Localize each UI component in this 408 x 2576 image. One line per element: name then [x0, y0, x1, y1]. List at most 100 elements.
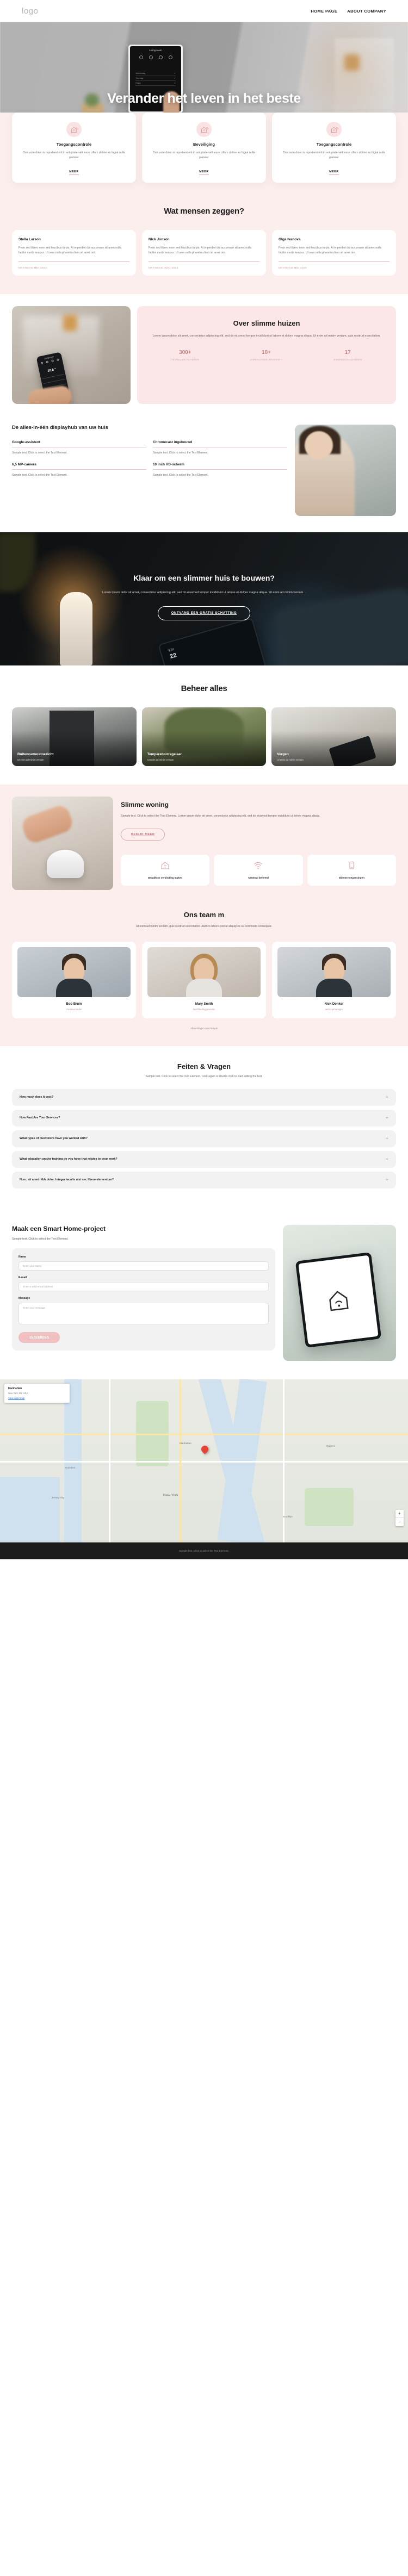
settings-icon [57, 358, 59, 362]
cta-estimate-button[interactable]: ONTVANG EEN GRATIS SCHATTING [157, 606, 251, 621]
feature-card[interactable]: Toegangscontrole Duis aute dolor in repre… [272, 113, 396, 183]
plus-icon[interactable]: + [386, 1094, 388, 1100]
map-label: New York [163, 1493, 178, 1497]
feature-card[interactable]: Beveiliging Duis aute dolor in reprehende… [142, 113, 266, 183]
feature-card-more-link[interactable]: MEER [69, 170, 79, 176]
hero-title: Verander het leven in het beste [107, 91, 301, 106]
panel-icon-row [139, 55, 172, 59]
testimonial-author: Nick Jonson [149, 238, 170, 242]
team-member-name: Nick Donker [324, 1002, 344, 1006]
feature-card-title: Beveiliging [193, 142, 215, 147]
map-highway [0, 1433, 408, 1435]
map-zoom-in-button[interactable]: + [395, 1510, 404, 1518]
feature-card-text: Duis aute dolor in reprehenderit in volu… [152, 151, 255, 159]
testimonial-card: Stella Larson Proin sed libero enim sed f… [12, 230, 136, 276]
map-label: Jersey City [52, 1496, 64, 1499]
panel-room-label: Living room [149, 49, 162, 52]
hub-feature: Chromecast ingebouwd Sample text. Click t… [153, 440, 287, 455]
team-member-card: Bob Bruin creatieve leider [12, 941, 136, 1018]
plus-icon[interactable]: + [386, 1115, 388, 1121]
faq-item[interactable]: What education and/or training do you ha… [12, 1150, 396, 1168]
smart-feature[interactable]: Slimme toepassingen [307, 854, 396, 886]
site-footer: Sample text. Click to select the Text El… [0, 1542, 408, 1559]
team-member-role: creatieve leider [66, 1007, 82, 1011]
stat-label: TEVREDEN KLANTEN [171, 358, 200, 362]
smart-home-section: Slimme woning Sample text. Click to sele… [0, 785, 408, 907]
stat-number: 17 [344, 350, 351, 356]
faq-item[interactable]: How Fast Are Your Services? + [12, 1109, 396, 1127]
feature-card[interactable]: Toegangscontrole Duis aute dolor in repre… [12, 113, 136, 183]
map-zoom-controls[interactable]: + − [395, 1509, 404, 1526]
team-section: Ons team m Ut enim ad minim veniam, quis… [0, 906, 408, 1046]
testimonial-date: MAANDAG JUNI 2024 [149, 266, 178, 270]
thermometer-icon [139, 55, 143, 59]
smart-home-wifi-icon [329, 1290, 349, 1311]
team-member-photo [277, 947, 391, 997]
smart-feature-label: Centraal beheerd [248, 876, 269, 879]
message-textarea[interactable]: Enter your message [18, 1302, 269, 1324]
hub-feature-title: Google-assistent [12, 440, 40, 445]
landing-page: logo HOME PAGE ABOUT COMPANY Living room… [0, 0, 408, 1559]
manage-card[interactable]: Buitencameratoezicht Ut enim ad minim ven… [12, 707, 137, 767]
faq-heading: Feiten & Vragen [177, 1062, 231, 1071]
main-navigation: HOME PAGE ABOUT COMPANY [311, 9, 386, 14]
smart-heading: Slimme woning [121, 801, 169, 809]
hub-feature: 6,5 MP-camera Sample text. Click to selec… [12, 463, 146, 477]
hub-feature-desc: Sample text. Click to select the Text El… [153, 474, 208, 477]
manage-card-title: Vergen [277, 752, 289, 757]
testimonial-author: Stella Larson [18, 238, 41, 242]
map-info-panel[interactable]: Manhattan New York, NY, USA View larger … [4, 1383, 70, 1403]
manage-card[interactable]: Temperatuurregelaar Ut enim ad minim veni… [141, 707, 267, 767]
site-logo[interactable]: logo [22, 7, 38, 16]
map-larger-link[interactable]: View larger map [8, 1397, 66, 1399]
manage-card-title: Temperatuurregelaar [147, 752, 182, 757]
smart-speaker-photo [12, 797, 113, 891]
contact-form: Name Enter your Name E-mail Enter a vali… [12, 1248, 275, 1351]
name-label: Name [18, 1255, 26, 1259]
faq-subtitle: Sample text. Click to select the Text El… [145, 1074, 263, 1078]
location-map[interactable]: New York Hoboken Jersey City Brooklyn Queens… [0, 1379, 408, 1542]
feature-card-more-link[interactable]: MEER [329, 170, 339, 176]
map-road [0, 1460, 408, 1463]
stat-label: JARENLANGE ERVARING [250, 358, 283, 362]
cta-description: Lorem ipsum dolor sit amet, consectetur … [102, 591, 306, 595]
manage-card-desc: Ut enim ad minim veniam [17, 758, 44, 762]
smart-feature[interactable]: Draadloos verbinding maken [121, 854, 210, 886]
submit-button[interactable]: VERZENDEN [18, 1331, 60, 1343]
plus-icon[interactable]: + [386, 1156, 388, 1162]
panel-schedule-row: Friday ✓ [135, 81, 176, 86]
contact-heading: Maak een Smart Home-project [12, 1224, 106, 1233]
plus-icon[interactable]: + [386, 1177, 388, 1183]
feature-card-more-link[interactable]: MEER [199, 170, 209, 176]
name-input[interactable]: Enter your Name [18, 1261, 269, 1271]
faq-item[interactable]: How much does it cost? + [12, 1088, 396, 1106]
email-input[interactable]: Enter a valid email address [18, 1281, 269, 1291]
smart-feature[interactable]: Centraal beheerd [214, 854, 303, 886]
team-member-photo [17, 947, 131, 997]
map-label: Brooklyn [283, 1515, 293, 1518]
hub-feature-desc: Sample text. Click to select the Text El… [12, 474, 67, 477]
plus-icon[interactable]: + [386, 1136, 388, 1141]
faq-item[interactable]: What types of customers have you worked … [12, 1130, 396, 1147]
nav-item-home-page[interactable]: HOME PAGE [311, 9, 337, 14]
faq-question: Nunc sit amet nibh dolor. Integer iaculi… [20, 1178, 114, 1182]
map-zoom-out-button[interactable]: − [395, 1518, 404, 1526]
team-member-photo [147, 947, 261, 997]
house-connection-icon [160, 862, 170, 872]
map-highway [180, 1379, 181, 1542]
team-member-name: Bob Bruin [66, 1002, 82, 1006]
manage-card[interactable]: Vergen Ut enim ad minim veniam [271, 707, 397, 767]
smart-more-button[interactable]: BEKIJK MEER [121, 828, 165, 841]
smart-home-wifi-icon [66, 122, 82, 137]
manage-title: Beheer alles [181, 684, 227, 694]
nav-item-about-company[interactable]: ABOUT COMPANY [347, 9, 386, 14]
email-label: E-mail [18, 1275, 27, 1279]
testimonial-card: Olga Ivanova Proin sed libero enim sed fa… [272, 230, 396, 276]
about-stats: 300+ TEVREDEN KLANTEN 10+ JARENLANGE ERVARI… [146, 350, 387, 362]
smart-device-icon [347, 861, 356, 872]
team-member-card: Mary Smith hoofdleidinggevende [142, 941, 266, 1018]
cta-heading: Klaar om een slimmer huis te bouwen? [133, 574, 275, 583]
faq-item[interactable]: Nunc sit amet nibh dolor. Integer iaculi… [12, 1171, 396, 1189]
fan-icon [158, 55, 163, 59]
map-label: Hoboken [65, 1466, 76, 1469]
